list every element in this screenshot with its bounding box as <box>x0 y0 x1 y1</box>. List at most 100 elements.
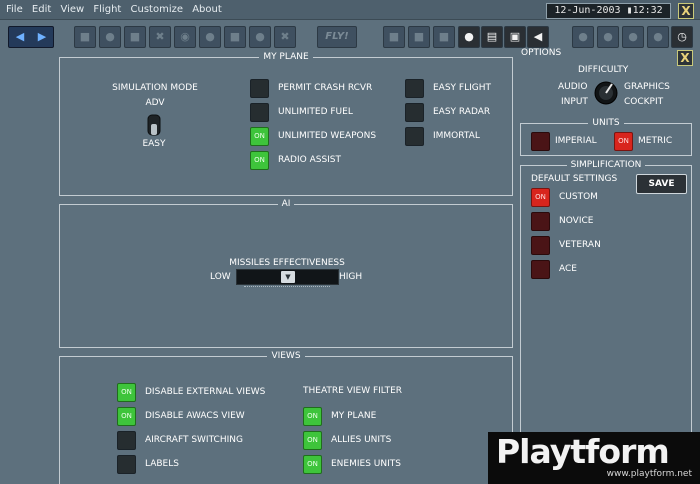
metric-label: METRIC <box>638 136 673 146</box>
toolbar-tool-6-button[interactable]: ● <box>199 26 221 48</box>
input-label: INPUT <box>561 97 588 107</box>
toolbar-tool-16-button[interactable]: ● <box>647 26 669 48</box>
toolbar: ◀ ▶ ■ ● ■ ✖ ◉ ● ■ ● ✖ FLY! ■ ■ ■ ● ▤ ▣ ◀… <box>0 20 700 52</box>
book-icon[interactable]: ▣ <box>504 26 526 48</box>
toolbar-tool-8-button[interactable]: ● <box>249 26 271 48</box>
graphics-label: GRAPHICS <box>624 82 670 92</box>
labels-led <box>117 454 136 474</box>
filter-enemies-units-toggle[interactable]: ON ENEMIES UNITS <box>303 453 401 475</box>
date-time-display: 12-Jun-2003 ▮12:32 <box>546 3 671 19</box>
menu-file[interactable]: File <box>6 4 23 15</box>
simplification-title: SIMPLIFICATION <box>566 160 646 170</box>
radio-assist-label: RADIO ASSIST <box>278 155 342 165</box>
easy-flight-toggle[interactable]: EASY FLIGHT <box>405 77 491 99</box>
veteran-led <box>531 235 550 255</box>
preset-novice-option[interactable]: NOVICE <box>531 210 593 232</box>
toolbar-tool-10-button[interactable]: ■ <box>383 26 405 48</box>
adv-label: ADV <box>145 98 165 108</box>
toolbar-tool-9-button[interactable]: ✖ <box>274 26 296 48</box>
disable-awacs-view-led: ON <box>117 406 136 426</box>
toolbar-tool-14-button[interactable]: ● <box>597 26 619 48</box>
ai-panel: AI MISSILES EFFECTIVENESS LOW HIGH ▼ <box>59 199 513 348</box>
toolbar-tool-5-button[interactable]: ◉ <box>174 26 196 48</box>
clock-icon[interactable]: ◷ <box>671 26 693 48</box>
easy-flight-led <box>405 78 424 98</box>
immortal-led <box>405 126 424 146</box>
options-title: OPTIONS <box>521 48 562 58</box>
unlimited-weapons-toggle[interactable]: ON UNLIMITED WEAPONS <box>250 125 376 147</box>
watermark-url: www.playtform.net <box>606 469 692 479</box>
save-button[interactable]: SAVE <box>636 174 687 194</box>
radio-assist-led: ON <box>250 150 269 170</box>
views-title: VIEWS <box>267 351 305 361</box>
toolbar-tool-12-button[interactable]: ■ <box>433 26 455 48</box>
ace-label: ACE <box>559 264 577 274</box>
filter-allies-units-led: ON <box>303 430 322 450</box>
theatre-view-filter-label: THEATRE VIEW FILTER <box>303 386 403 396</box>
back-arrow-icon[interactable]: ◀ <box>9 27 31 47</box>
aircraft-switching-toggle[interactable]: AIRCRAFT SWITCHING <box>117 429 243 451</box>
nav-arrows: ◀ ▶ <box>8 26 54 48</box>
units-panel: UNITS IMPERIAL ON METRIC <box>520 118 692 156</box>
slider-low-label: LOW <box>210 272 231 282</box>
radio-assist-toggle[interactable]: ON RADIO ASSIST <box>250 149 341 171</box>
preset-custom-option[interactable]: ON CUSTOM <box>531 186 598 208</box>
simulation-mode-label: SIMULATION MODE <box>112 83 198 93</box>
filter-my-plane-label: MY PLANE <box>331 411 377 421</box>
filter-allies-units-toggle[interactable]: ON ALLIES UNITS <box>303 429 391 451</box>
easy-radar-toggle[interactable]: EASY RADAR <box>405 101 490 123</box>
menu-view[interactable]: View <box>60 4 84 15</box>
toolbar-tool-13-button[interactable]: ● <box>572 26 594 48</box>
toolbar-tool-1-button[interactable]: ■ <box>74 26 96 48</box>
toolbar-tool-4-button[interactable]: ✖ <box>149 26 171 48</box>
missiles-effectiveness-label: MISSILES EFFECTIVENESS <box>229 258 345 268</box>
labels-toggle[interactable]: LABELS <box>117 453 179 475</box>
novice-label: NOVICE <box>559 216 594 226</box>
menu-about[interactable]: About <box>192 4 222 15</box>
document-icon[interactable]: ▤ <box>481 26 503 48</box>
units-imperial-toggle[interactable]: IMPERIAL <box>531 130 597 152</box>
disable-external-views-toggle[interactable]: ON DISABLE EXTERNAL VIEWS <box>117 381 265 403</box>
preset-veteran-option[interactable]: VETERAN <box>531 234 601 256</box>
options-selector-knob[interactable] <box>592 79 620 107</box>
slider-ticks <box>244 286 330 293</box>
disable-awacs-view-toggle[interactable]: ON DISABLE AWACS VIEW <box>117 405 245 427</box>
immortal-toggle[interactable]: IMMORTAL <box>405 125 480 147</box>
easy-radar-led <box>405 102 424 122</box>
menu-flight[interactable]: Flight <box>93 4 121 15</box>
audio-label: AUDIO <box>558 82 588 92</box>
toolbar-tool-15-button[interactable]: ● <box>622 26 644 48</box>
metric-led: ON <box>614 131 633 151</box>
pilot-head-icon[interactable]: ● <box>458 26 480 48</box>
toolbar-tool-7-button[interactable]: ■ <box>224 26 246 48</box>
fly-button[interactable]: FLY! <box>317 26 357 48</box>
preset-ace-option[interactable]: ACE <box>531 258 577 280</box>
menu-edit[interactable]: Edit <box>32 4 51 15</box>
window-close-button[interactable]: X <box>678 3 694 19</box>
units-metric-toggle[interactable]: ON METRIC <box>614 130 672 152</box>
toolbar-tool-2-button[interactable]: ● <box>99 26 121 48</box>
menu-customize[interactable]: Customize <box>131 4 184 15</box>
simulation-mode-toggle[interactable] <box>147 112 161 138</box>
imperial-label: IMPERIAL <box>555 136 597 146</box>
playtform-watermark: Playtform www.playtform.net <box>488 432 700 484</box>
missiles-effectiveness-slider[interactable]: ▼ <box>236 269 339 285</box>
disable-external-views-label: DISABLE EXTERNAL VIEWS <box>145 387 266 397</box>
unlimited-fuel-toggle[interactable]: UNLIMITED FUEL <box>250 101 353 123</box>
cockpit-label: COCKPIT <box>624 97 664 107</box>
custom-led: ON <box>531 187 550 207</box>
easy-label: EASY <box>142 139 166 149</box>
forward-arrow-icon[interactable]: ▶ <box>31 27 53 47</box>
disable-awacs-view-label: DISABLE AWACS VIEW <box>145 411 245 421</box>
options-close-button[interactable]: X <box>677 50 693 66</box>
toolbar-tool-3-button[interactable]: ■ <box>124 26 146 48</box>
filter-enemies-units-led: ON <box>303 454 322 474</box>
disable-external-views-led: ON <box>117 382 136 402</box>
unlimited-fuel-label: UNLIMITED FUEL <box>278 107 353 117</box>
filter-my-plane-toggle[interactable]: ON MY PLANE <box>303 405 376 427</box>
slider-thumb[interactable]: ▼ <box>281 271 295 283</box>
toolbar-tool-11-button[interactable]: ■ <box>408 26 430 48</box>
permit-crash-rcvr-toggle[interactable]: PERMIT CRASH RCVR <box>250 77 372 99</box>
speaker-icon[interactable]: ◀ <box>527 26 549 48</box>
easy-flight-label: EASY FLIGHT <box>433 83 491 93</box>
